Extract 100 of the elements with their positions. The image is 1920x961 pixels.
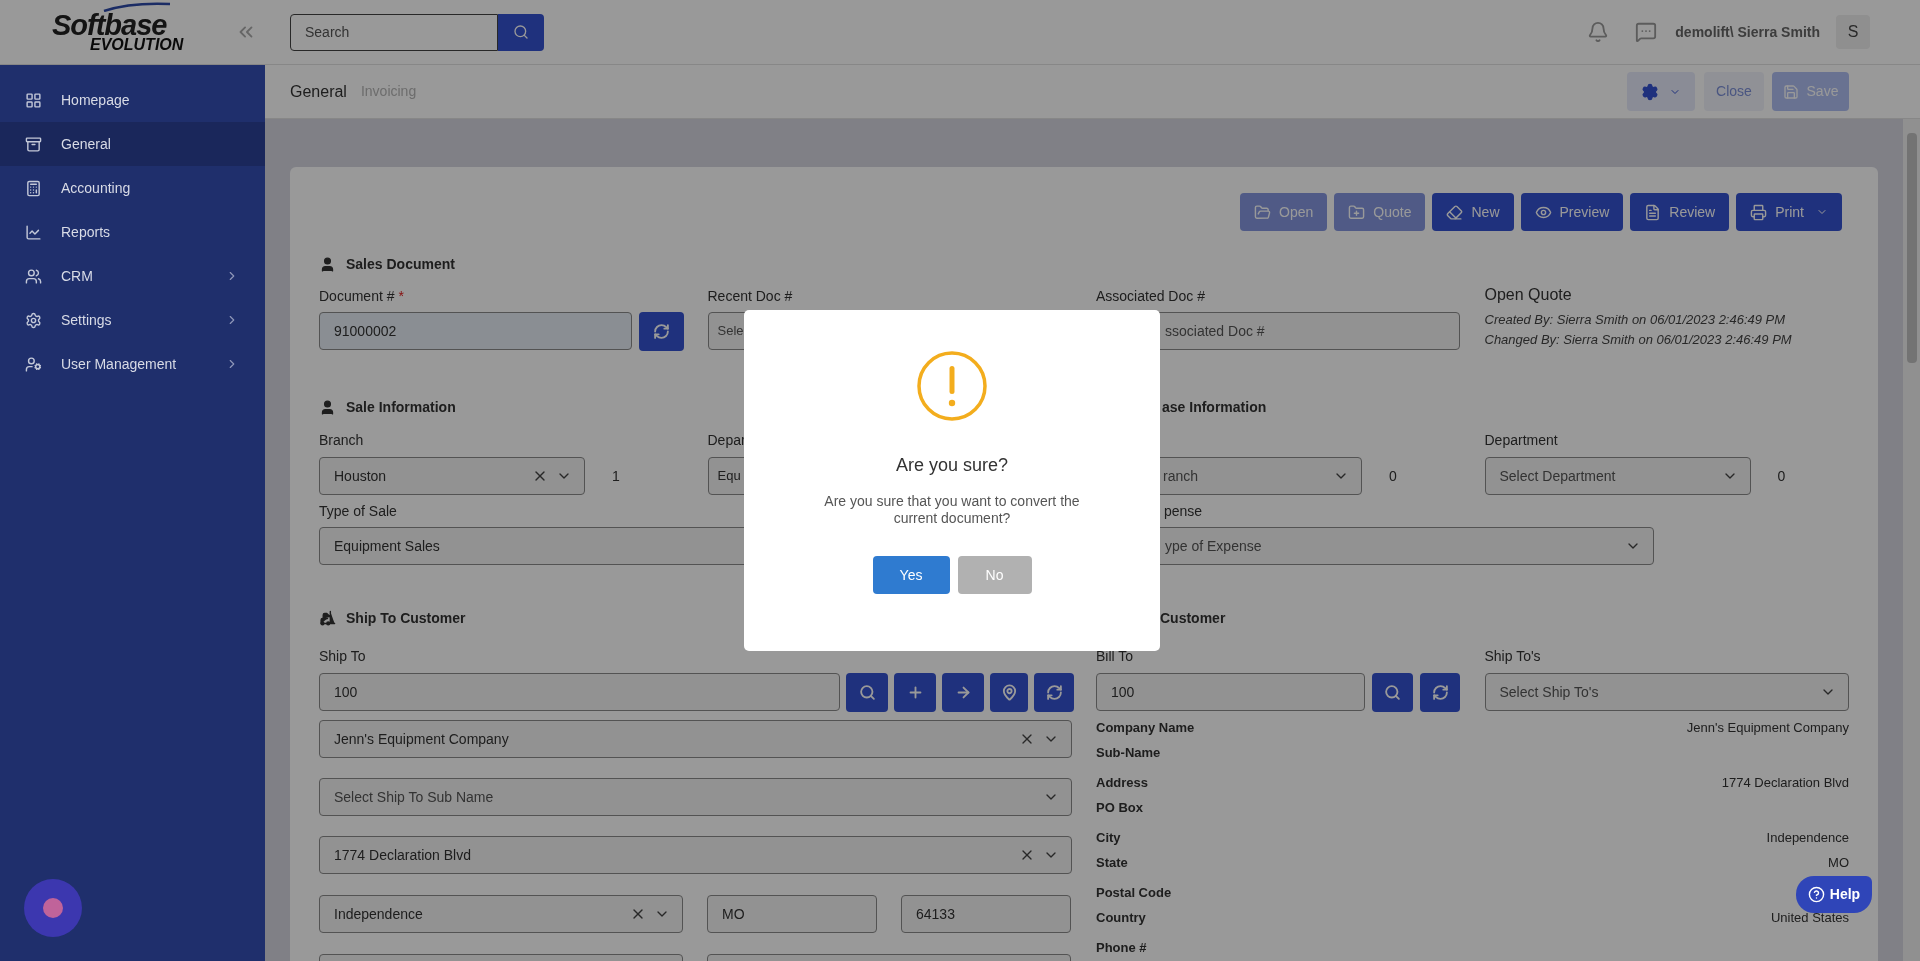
user-avatar[interactable]: S xyxy=(1836,15,1870,49)
dialog-message: Are you sure that you want to convert the current document? xyxy=(823,493,1081,527)
add-button[interactable] xyxy=(894,673,936,712)
field-label: Department xyxy=(1484,431,1558,450)
sidebar-item[interactable]: Accounting xyxy=(0,166,265,210)
detail-label: State xyxy=(1096,853,1128,872)
eraser-icon xyxy=(1446,203,1464,221)
sidebar-label: User Management xyxy=(61,354,177,374)
sidebar-item[interactable]: User Management xyxy=(0,342,265,386)
changed-by-text: Changed By: Sierra Smith on 06/01/2023 2:46:49 PM xyxy=(1484,331,1793,349)
user-icon xyxy=(319,255,336,273)
arrow-button[interactable] xyxy=(942,673,984,712)
pin-button[interactable] xyxy=(990,673,1028,712)
detail-label: Postal Code xyxy=(1096,883,1172,902)
settings-icon xyxy=(25,311,42,329)
search-button[interactable] xyxy=(1372,673,1413,712)
input-placeholder: ssociated Doc # xyxy=(1165,321,1265,341)
select-value: Equ xyxy=(717,467,741,486)
folder-plus-icon xyxy=(1348,203,1366,221)
input-field[interactable]: 100 xyxy=(1096,673,1365,711)
search-icon xyxy=(858,684,876,701)
search-icon xyxy=(1384,684,1401,701)
sidebar-label: Reports xyxy=(61,222,111,242)
status-title: Open Quote xyxy=(1484,285,1573,305)
input-field[interactable]: MO xyxy=(707,895,877,933)
refresh-button[interactable] xyxy=(1420,673,1460,712)
sidebar-item[interactable]: General xyxy=(0,122,265,166)
dialog-title: Are you sure? xyxy=(895,454,1009,477)
grid-icon xyxy=(25,91,42,109)
detail-label: Company Name xyxy=(1096,718,1195,737)
sidebar-label: Homepage xyxy=(61,90,130,110)
confirm-button[interactable]: Yes xyxy=(872,556,950,594)
branch-count: 1 xyxy=(612,466,620,486)
detail-value: 1774 Declaration Blvd xyxy=(1721,773,1849,792)
select-value: Equipment Sales xyxy=(334,536,440,556)
input-field[interactable]: 100 xyxy=(319,673,840,711)
folder-icon xyxy=(1254,203,1272,221)
detail-label: City xyxy=(1096,828,1121,847)
select-placeholder: Select Ship To's xyxy=(1499,682,1599,702)
document-icon xyxy=(1644,203,1662,221)
toolbar-button[interactable]: Preview xyxy=(1520,193,1624,231)
toolbar-button[interactable]: Print xyxy=(1736,193,1842,231)
refresh-button[interactable] xyxy=(639,312,684,351)
detail-label: Phone # xyxy=(1096,938,1147,957)
calculator-icon xyxy=(25,179,42,197)
refresh-icon xyxy=(1045,684,1063,701)
field-label: Document # xyxy=(319,287,395,306)
refresh-button[interactable] xyxy=(1034,673,1074,712)
sidebar-item[interactable]: CRM xyxy=(0,254,265,298)
sidebar-item[interactable]: Homepage xyxy=(0,78,265,122)
select-field[interactable]: Independence xyxy=(319,895,683,933)
select-value: Houston xyxy=(334,466,387,486)
search-button[interactable] xyxy=(498,13,544,51)
select-field[interactable]: Jenn's Equipment Company xyxy=(319,720,1072,758)
notification-icon[interactable] xyxy=(1587,21,1610,43)
sidebar-label: Accounting xyxy=(61,178,131,198)
scrollbar[interactable] xyxy=(1903,119,1920,961)
tab[interactable]: General xyxy=(290,79,347,104)
detail-label: PO Box xyxy=(1096,798,1143,817)
detail-value: Jenn's Equipment Company xyxy=(1686,718,1849,737)
user-name[interactable]: demolift\ Sierra Smith xyxy=(1675,21,1820,43)
select-value: 1774 Declaration Blvd xyxy=(334,845,471,865)
department-count: 0 xyxy=(1777,466,1786,486)
field-label: Branch xyxy=(319,431,364,450)
select-field[interactable]: Houston xyxy=(319,457,585,495)
search-field[interactable]: Search xyxy=(290,13,498,51)
sidebar-item[interactable]: Reports xyxy=(0,210,265,254)
chat-icon[interactable] xyxy=(1635,21,1658,43)
select-value: Jenn's Equipment Company xyxy=(334,729,509,749)
swoosh-icon xyxy=(102,2,172,12)
created-by-text: Created By: Sierra Smith on 06/01/2023 2:46:49 PM xyxy=(1484,311,1787,329)
users-icon xyxy=(25,267,42,285)
archive-icon xyxy=(25,135,42,153)
field-label: Depar xyxy=(707,431,746,450)
select-field[interactable]: Select Department xyxy=(1484,457,1751,495)
select-field[interactable]: Select Ship To's xyxy=(1484,673,1849,711)
sidebar-item[interactable]: Settings xyxy=(0,298,265,342)
refresh-icon xyxy=(1431,684,1449,701)
search-button[interactable] xyxy=(846,673,888,712)
sidebar-label: CRM xyxy=(61,266,93,286)
input-field[interactable]: 91000002 xyxy=(319,312,632,350)
search-icon xyxy=(513,24,529,40)
user-gear-icon xyxy=(25,355,42,373)
select-placeholder: Select Ship To Sub Name xyxy=(334,787,494,807)
warning-icon xyxy=(916,350,988,422)
toolbar-button[interactable]: New xyxy=(1432,193,1514,231)
detail-value: Independence xyxy=(1766,828,1849,847)
section-heading: Customer xyxy=(1160,608,1226,628)
detail-label: Address xyxy=(1096,773,1149,792)
section-heading: Sale Information xyxy=(346,397,456,417)
help-button[interactable]: Help xyxy=(1796,876,1872,913)
refresh-icon xyxy=(653,323,670,340)
field-label: Type of Sale xyxy=(319,502,397,521)
select-placeholder: ype of Expense xyxy=(1165,536,1262,556)
select-field[interactable]: Select Ship To Sub Name xyxy=(319,778,1072,816)
input-field[interactable]: 64133 xyxy=(901,895,1071,933)
detail-label: Country xyxy=(1096,908,1146,927)
toolbar-button[interactable]: Review xyxy=(1630,193,1730,231)
sidebar-label: General xyxy=(61,134,111,154)
select-field[interactable]: 1774 Declaration Blvd xyxy=(319,836,1072,874)
